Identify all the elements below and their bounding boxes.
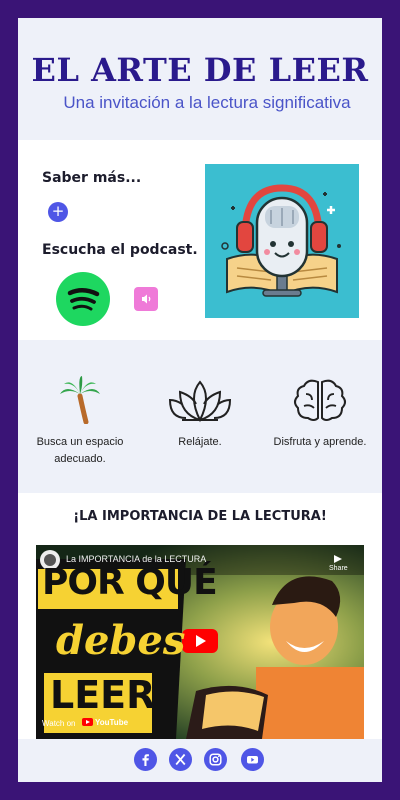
- plus-button[interactable]: +: [48, 202, 68, 222]
- share-button[interactable]: Share: [329, 565, 348, 572]
- header: EL ARTE DE LEER Una invitación a la lect…: [18, 18, 382, 140]
- palm-tree-icon: [20, 374, 140, 425]
- step-label: Busca un espacio adecuado.: [36, 436, 124, 465]
- microphone-book-illustration: [205, 164, 359, 318]
- step-disfruta: Disfruta y aprende.: [260, 340, 380, 493]
- watch-on-label: Watch on: [42, 719, 76, 728]
- steps-section: Busca un espacio adecuado. Relájate. Dis…: [18, 340, 382, 493]
- youtube-video-embed[interactable]: POR QUÉ debes LEER La IMPORTANCIA de la …: [36, 545, 364, 739]
- video-heading: ¡LA IMPORTANCIA DE LA LECTURA!: [73, 509, 327, 524]
- step-relajate: Relájate.: [140, 340, 260, 493]
- brain-icon: [260, 374, 380, 424]
- video-section: ¡LA IMPORTANCIA DE LA LECTURA! POR QUÉ d…: [18, 493, 382, 739]
- page-card: EL ARTE DE LEER Una invitación a la lect…: [18, 18, 382, 782]
- step-label: Disfruta y aprende.: [273, 436, 367, 448]
- page-subtitle: Una invitación a la lectura significativ…: [63, 93, 351, 112]
- footer: [18, 739, 382, 782]
- lotus-icon: [140, 374, 260, 424]
- thumbnail-text-line2: debes: [56, 617, 186, 664]
- escucha-podcast-heading: Escucha el podcast.: [42, 242, 198, 258]
- spotify-icon[interactable]: [56, 272, 110, 326]
- instagram-icon[interactable]: [204, 748, 227, 771]
- page-title: EL ARTE DE LEER: [31, 51, 369, 89]
- facebook-icon[interactable]: [134, 748, 157, 771]
- thumbnail-text-line1: POR QUÉ: [42, 562, 218, 603]
- thumbnail-text-line3: LEER: [50, 673, 156, 717]
- speaker-button[interactable]: [134, 287, 158, 311]
- speaker-icon: [142, 294, 151, 304]
- step-label: Relájate.: [178, 436, 222, 448]
- step-espacio: Busca un espacio adecuado.: [20, 340, 140, 493]
- youtube-logo[interactable]: YouTube: [95, 718, 128, 727]
- youtube-icon[interactable]: [241, 748, 264, 771]
- video-title[interactable]: La IMPORTANCIA de la LECTURA: [66, 554, 206, 564]
- podcast-section: Saber más... + Escucha el podcast.: [18, 140, 382, 340]
- x-icon[interactable]: [169, 748, 192, 771]
- saber-mas-heading: Saber más...: [42, 170, 142, 186]
